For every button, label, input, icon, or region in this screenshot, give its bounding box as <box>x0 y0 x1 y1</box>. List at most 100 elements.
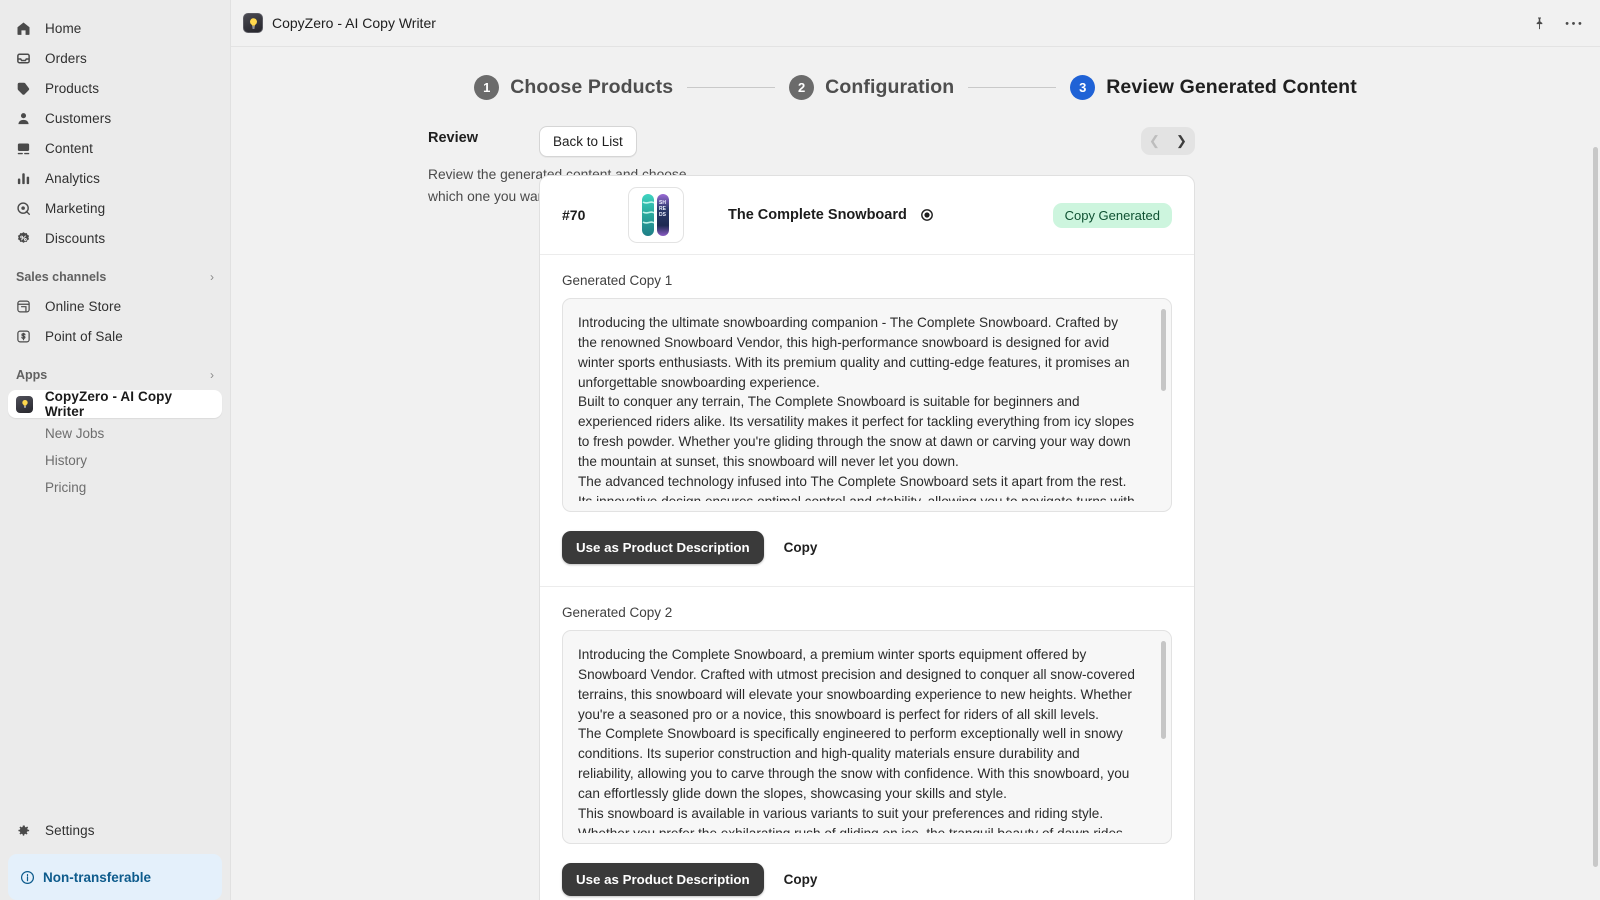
product-card-header: #70 SH RE DS The Complete Snowboard Copy… <box>540 176 1194 255</box>
sidebar-subitem-label: New Jobs <box>45 426 105 441</box>
generated-copy-label: Generated Copy 2 <box>562 605 673 620</box>
step-label: Configuration <box>825 76 955 98</box>
non-transferable-banner: Non-transferable <box>8 854 222 900</box>
chevron-left-icon: ❮ <box>1149 133 1160 148</box>
sidebar-subitem-pricing[interactable]: Pricing <box>8 474 222 501</box>
sidebar-item-label: Customers <box>45 110 112 126</box>
discount-badge-icon <box>16 231 38 246</box>
sidebar-item-online-store[interactable]: Online Store <box>8 292 222 320</box>
page-scrollbar[interactable] <box>1593 147 1598 867</box>
sidebar-subitem-history[interactable]: History <box>8 447 222 474</box>
copy-scrollbar[interactable] <box>1161 309 1166 391</box>
sidebar-subitem-label: Pricing <box>45 480 87 495</box>
sidebar-item-customers[interactable]: Customers <box>8 104 222 132</box>
step-choose-products[interactable]: 1 Choose Products <box>474 75 673 100</box>
step-review-generated-content[interactable]: 3 Review Generated Content <box>1070 75 1357 100</box>
titlebar-actions <box>1532 16 1588 31</box>
sidebar-item-analytics[interactable]: Analytics <box>8 164 222 192</box>
wizard-stepper: 1 Choose Products 2 Configuration 3 Revi… <box>231 47 1600 124</box>
gear-icon <box>16 823 38 838</box>
sidebar-footer: Settings Non-transferable <box>0 816 230 900</box>
review-panel: Review Review the generated content and … <box>231 124 1600 900</box>
eye-icon[interactable] <box>919 207 935 223</box>
image-icon <box>16 141 38 156</box>
sidebar-item-discounts[interactable]: Discounts <box>8 224 222 252</box>
step-number: 2 <box>789 75 815 100</box>
tag-icon <box>16 81 38 96</box>
product-review-card: #70 SH RE DS The Complete Snowboard Copy… <box>539 175 1195 900</box>
step-number: 3 <box>1070 75 1096 100</box>
step-configuration[interactable]: 2 Configuration <box>789 75 954 100</box>
chevron-right-icon[interactable]: › <box>210 270 214 284</box>
page-title: Review <box>428 130 478 146</box>
person-icon <box>16 111 38 126</box>
product-id: #70 <box>562 207 586 223</box>
sidebar-item-products[interactable]: Products <box>8 74 222 102</box>
apps-title: Apps <box>16 368 48 382</box>
app-title: CopyZero - AI Copy Writer <box>272 15 436 31</box>
home-icon <box>16 21 38 36</box>
sidebar-item-label: CopyZero - AI Copy Writer <box>44 389 173 419</box>
previous-product-button[interactable]: ❮ <box>1141 127 1168 155</box>
lightbulb-icon <box>16 395 38 413</box>
sidebar-item-label: Online Store <box>45 298 122 314</box>
step-label: Review Generated Content <box>1106 76 1357 98</box>
step-connector <box>968 87 1057 88</box>
copy-actions: Use as Product Description Copy <box>562 863 1172 896</box>
use-as-product-description-button[interactable]: Use as Product Description <box>562 863 764 896</box>
sidebar-item-marketing[interactable]: Marketing <box>8 194 222 222</box>
sidebar-item-label: Orders <box>45 50 87 66</box>
review-toolbar: Back to List ❮ ❯ <box>539 124 1195 158</box>
sidebar-item-label: Content <box>45 140 93 156</box>
sidebar-item-label: Settings <box>45 822 95 838</box>
copy-scrollbar[interactable] <box>1161 641 1166 739</box>
snowboard-thumbnail: SHREDS <box>642 194 669 236</box>
step-label: Choose Products <box>510 76 674 98</box>
main-area: CopyZero - AI Copy Writer 1 Choose Produ… <box>231 0 1600 900</box>
ellipsis-icon[interactable] <box>1565 21 1582 26</box>
sidebar-item-settings[interactable]: Settings <box>8 816 222 844</box>
generated-copy-textbox[interactable]: Introducing the Complete Snowboard, a pr… <box>562 630 1172 844</box>
sidebar-item-label: Products <box>45 80 100 96</box>
sales-channels-header[interactable]: Sales channels › <box>16 266 214 288</box>
step-connector <box>687 87 776 88</box>
pin-icon[interactable] <box>1532 16 1547 31</box>
step-number: 1 <box>474 75 500 100</box>
review-description-column: Review Review the generated content and … <box>231 124 687 900</box>
chevron-right-icon[interactable]: › <box>210 368 214 382</box>
target-icon <box>16 201 38 216</box>
sidebar-item-label: Marketing <box>45 200 106 216</box>
generated-copy-block: Generated Copy 2 Introducing the Complet… <box>540 587 1194 900</box>
sidebar-item-label: Analytics <box>45 170 100 186</box>
sidebar: Home Orders Products Customers Content A… <box>0 0 231 900</box>
copy-actions: Use as Product Description Copy <box>562 531 1172 564</box>
sidebar-item-copyzero[interactable]: CopyZero - AI Copy Writer <box>8 389 222 419</box>
copy-button[interactable]: Copy <box>778 863 824 896</box>
chevron-right-icon: ❯ <box>1176 133 1187 148</box>
sidebar-item-point-of-sale[interactable]: Point of Sale <box>8 322 222 350</box>
sidebar-item-content[interactable]: Content <box>8 134 222 162</box>
generated-copy-textbox[interactable]: Introducing the ultimate snowboarding co… <box>562 298 1172 512</box>
sales-channels-title: Sales channels <box>16 270 107 284</box>
bar-chart-icon <box>16 171 38 186</box>
copy-button[interactable]: Copy <box>778 531 824 564</box>
sidebar-item-label: Home <box>45 20 82 36</box>
sidebar-item-home[interactable]: Home <box>8 14 222 42</box>
generated-copy-block: Generated Copy 1 Introducing the ultimat… <box>540 255 1194 587</box>
sidebar-item-orders[interactable]: Orders <box>8 44 222 72</box>
page-content: 1 Choose Products 2 Configuration 3 Revi… <box>231 47 1600 900</box>
orders-inbox-icon <box>16 51 38 66</box>
use-as-product-description-button[interactable]: Use as Product Description <box>562 531 764 564</box>
app-titlebar: CopyZero - AI Copy Writer <box>231 0 1600 47</box>
apps-header[interactable]: Apps › <box>16 364 214 386</box>
sidebar-item-label: Discounts <box>45 230 106 246</box>
product-thumbnail: SH RE DS <box>628 187 684 243</box>
sidebar-subitem-new-jobs[interactable]: New Jobs <box>8 420 222 447</box>
non-transferable-label: Non-transferable <box>43 869 152 885</box>
app-window: Home Orders Products Customers Content A… <box>0 0 1600 900</box>
pagination-controls: ❮ ❯ <box>1141 127 1195 155</box>
sidebar-subitem-label: History <box>45 453 88 468</box>
next-product-button[interactable]: ❯ <box>1168 127 1195 155</box>
back-to-list-button[interactable]: Back to List <box>539 125 637 157</box>
lightbulb-icon <box>243 13 263 33</box>
